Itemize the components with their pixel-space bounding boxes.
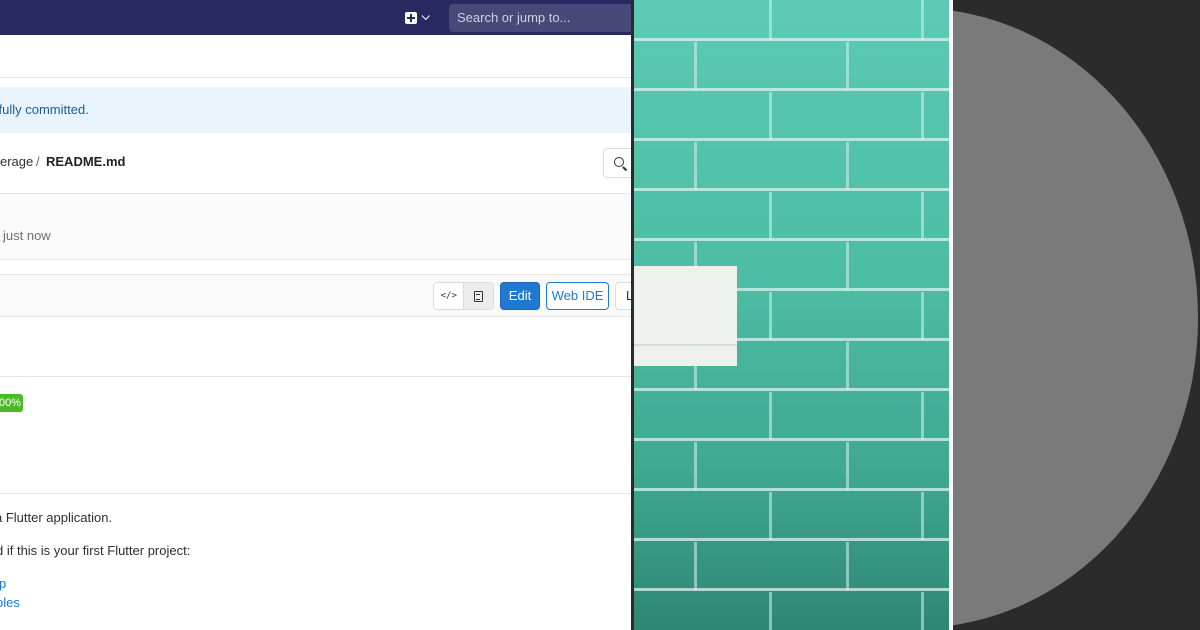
mortar-joint (921, 292, 924, 340)
mortar-line (634, 588, 949, 591)
flash-notice: sfully committed. (0, 87, 631, 133)
edit-button[interactable]: Edit (500, 282, 540, 310)
flash-message: sfully committed. (0, 102, 89, 117)
mortar-joint (769, 392, 772, 440)
mortar-joint (846, 542, 849, 590)
document-icon (474, 291, 484, 302)
gitlab-screenshot: Search or jump to... sfully committed. e… (0, 0, 631, 630)
readme-line: d if this is your first Flutter project: (0, 543, 191, 558)
readme-line: a Flutter application. (0, 510, 113, 525)
mortar-joint (846, 42, 849, 90)
mortar-joint (769, 492, 772, 540)
mortar-joint (769, 92, 772, 140)
mortar-joint (769, 292, 772, 340)
mortar-joint (921, 392, 924, 440)
mortar-line (634, 488, 949, 491)
divider (0, 493, 631, 494)
find-file-button[interactable] (603, 148, 631, 178)
mortar-line (634, 138, 949, 141)
top-navbar: Search or jump to... (0, 0, 631, 35)
breadcrumb-separator: / (36, 154, 40, 169)
mortar-line (634, 38, 949, 41)
readme-link[interactable]: ples (0, 595, 20, 610)
mortar-line (634, 238, 949, 241)
mortar-joint (769, 0, 772, 40)
web-ide-button[interactable]: Web IDE (546, 282, 609, 310)
mortar-joint (846, 442, 849, 490)
mortar-line (634, 188, 949, 191)
mortar-joint (921, 192, 924, 240)
mortar-joint (694, 142, 697, 190)
lock-button[interactable]: L (615, 282, 631, 310)
chevron-down-icon (421, 11, 430, 21)
breadcrumb-parent-link[interactable]: erage (0, 150, 33, 174)
plus-square-icon (405, 12, 417, 24)
last-commit-panel: just now (0, 193, 631, 260)
mortar-joint (769, 592, 772, 630)
divider (0, 376, 631, 377)
brick-wall-photo (634, 0, 949, 630)
sub-navbar (0, 35, 631, 78)
mortar-joint (694, 542, 697, 590)
mortar-joint (846, 342, 849, 390)
search-icon (614, 157, 624, 167)
mortar-joint (846, 242, 849, 290)
mortar-line (634, 88, 949, 91)
mortar-joint (694, 442, 697, 490)
breadcrumb: erage / README.md (0, 150, 600, 174)
paper-sheet (634, 266, 737, 366)
mortar-joint (846, 142, 849, 190)
readme-link[interactable]: p (0, 576, 6, 591)
rich-view-button[interactable] (463, 283, 493, 309)
viewer-toggle: </> (433, 282, 494, 310)
coverage-badge: 00% (0, 394, 23, 412)
dark-panel (953, 0, 1200, 630)
mortar-joint (921, 0, 924, 40)
mortar-joint (769, 192, 772, 240)
new-dropdown[interactable] (405, 9, 435, 27)
breadcrumb-file: README.md (46, 154, 126, 169)
mortar-joint (694, 42, 697, 90)
search-placeholder: Search or jump to... (457, 10, 571, 25)
code-icon: </> (440, 291, 457, 301)
mortar-joint (921, 592, 924, 630)
commit-time: just now (3, 228, 51, 243)
source-view-button[interactable]: </> (434, 283, 463, 309)
grey-circle (953, 8, 1198, 628)
mortar-joint (921, 92, 924, 140)
file-header: </> Edit Web IDE L (0, 274, 631, 317)
search-input[interactable]: Search or jump to... (449, 4, 631, 32)
mortar-joint (921, 492, 924, 540)
mortar-line (634, 538, 949, 541)
mortar-line (634, 388, 949, 391)
mortar-line (634, 438, 949, 441)
